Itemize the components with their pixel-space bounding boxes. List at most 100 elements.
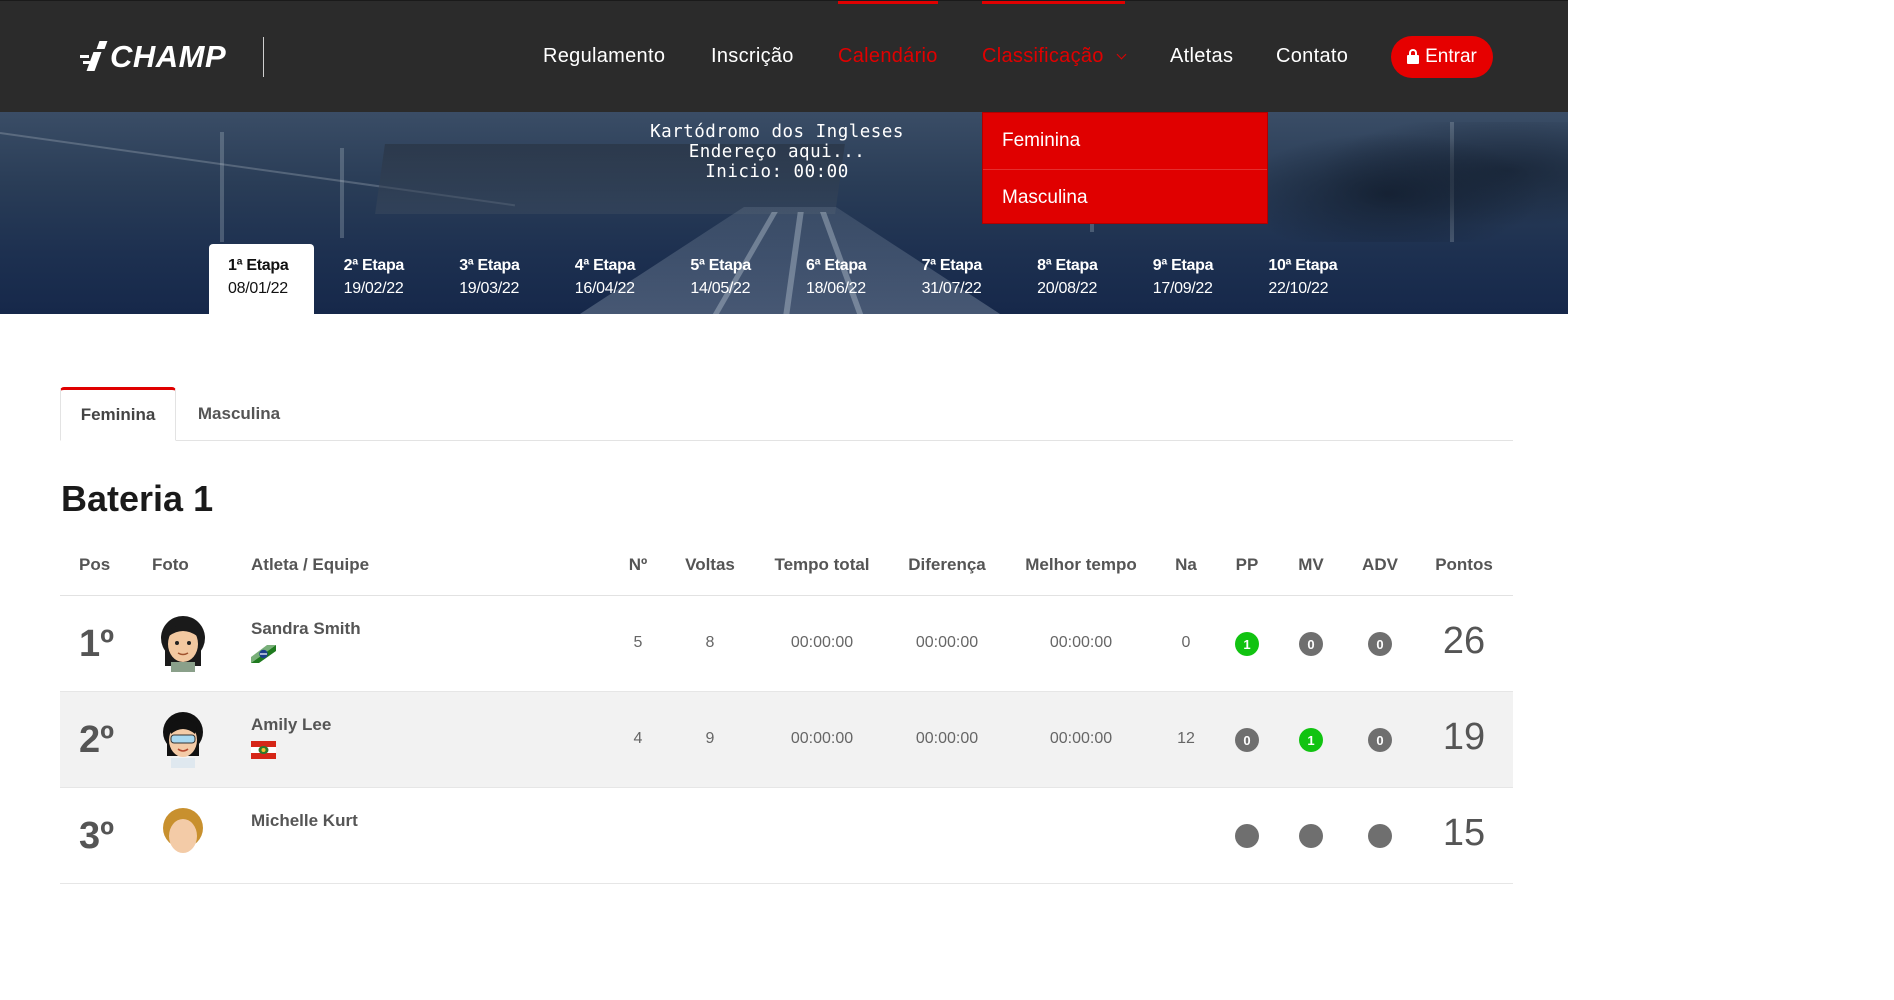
mv-badge: 1 [1299, 728, 1323, 752]
nav-contato[interactable]: Contato [1276, 45, 1348, 68]
th-best-time[interactable]: Melhor tempo [1025, 555, 1136, 575]
best-time: 00:00:00 [1049, 730, 1113, 747]
stage-date: 22/10/22 [1268, 280, 1329, 297]
category-tabs: Feminina Masculina [60, 387, 1513, 441]
stage-tab-10[interactable]: 10ª Etapa 22/10/22 [1249, 244, 1365, 314]
nav-active-indicator [838, 1, 938, 4]
dropdown-item-masculina[interactable]: Masculina [983, 169, 1267, 225]
th-adv[interactable]: ADV [1362, 555, 1398, 575]
stage-tab-5[interactable]: 5ª Etapa 14/05/22 [671, 244, 787, 314]
th-points[interactable]: Pontos [1435, 555, 1493, 575]
classificacao-dropdown: Feminina Masculina [982, 112, 1268, 224]
stage-date: 19/02/22 [343, 280, 404, 297]
venue-info: Kartódromo dos Ingleses Endereço aqui...… [577, 122, 977, 182]
stage-name: 4ª Etapa [574, 257, 636, 274]
athlete-name[interactable]: Amily Lee [251, 715, 331, 735]
na-value: 12 [1177, 730, 1195, 747]
stage-tab-6[interactable]: 6ª Etapa 18/06/22 [787, 244, 903, 314]
stage-name: 7ª Etapa [921, 257, 983, 274]
th-mv[interactable]: MV [1298, 555, 1324, 575]
kart-number: 5 [633, 634, 643, 651]
th-laps[interactable]: Voltas [685, 555, 735, 575]
tab-feminina[interactable]: Feminina [60, 387, 176, 441]
hero-palms [1268, 122, 1568, 242]
venue-address: Endereço aqui... [688, 142, 866, 162]
stage-date: 19/03/22 [459, 280, 520, 297]
stage-tab-3[interactable]: 3ª Etapa 19/03/22 [440, 244, 556, 314]
hero-pole [340, 148, 344, 238]
athlete-avatar[interactable] [157, 806, 209, 864]
adv-badge [1368, 824, 1392, 848]
nav-regulamento[interactable]: Regulamento [543, 45, 665, 68]
nav-inscricao[interactable]: Inscrição [711, 45, 794, 68]
nav-calendario-label: Calendário [838, 45, 938, 67]
points: 26 [1442, 620, 1486, 662]
pp-badge: 0 [1235, 728, 1259, 752]
stage-name: 1ª Etapa [228, 257, 289, 274]
athlete-name[interactable]: Sandra Smith [251, 619, 361, 639]
th-gap[interactable]: Diferença [908, 555, 985, 575]
stage-tab-1[interactable]: 1ª Etapa 08/01/22 [209, 244, 314, 314]
kart-number: 4 [633, 730, 643, 747]
pp-badge: 1 [1235, 632, 1259, 656]
login-button[interactable]: Entrar [1391, 36, 1493, 78]
nav-classificacao[interactable]: Classificação [982, 1, 1127, 68]
login-label: Entrar [1425, 46, 1477, 67]
athlete-avatar[interactable] [157, 710, 209, 768]
stage-date: 31/07/22 [921, 280, 982, 297]
position: 1º [79, 623, 115, 665]
stage-date: 08/01/22 [228, 280, 288, 297]
stage-name: 10ª Etapa [1268, 257, 1338, 274]
stage-tab-2[interactable]: 2ª Etapa 19/02/22 [325, 244, 441, 314]
heat-title: Bateria 1 [61, 478, 214, 519]
nav-atletas[interactable]: Atletas [1170, 45, 1233, 68]
stage-name: 9ª Etapa [1152, 257, 1214, 274]
stage-tab-9[interactable]: 9ª Etapa 17/09/22 [1134, 244, 1250, 314]
stage-date: 20/08/22 [1037, 280, 1098, 297]
adv-badge: 0 [1368, 728, 1392, 752]
dropdown-item-feminina[interactable]: Feminina [983, 113, 1267, 169]
venue-start-time: Inicio: 00:00 [705, 162, 849, 182]
stage-date: 16/04/22 [574, 280, 635, 297]
mv-badge [1299, 824, 1323, 848]
th-athlete[interactable]: Atleta / Equipe [251, 555, 369, 575]
hero-pole [220, 132, 224, 242]
gap: 00:00:00 [915, 634, 979, 651]
pp-badge [1235, 824, 1259, 848]
laps: 8 [705, 634, 715, 651]
th-photo: Foto [152, 555, 189, 574]
points: 19 [1442, 716, 1486, 758]
th-total-time[interactable]: Tempo total [774, 555, 869, 575]
mv-badge: 0 [1299, 632, 1323, 656]
points: 15 [1442, 812, 1486, 854]
table-header: Pos Foto Atleta / Equipe Nº Voltas Tempo… [60, 540, 1513, 596]
stage-tab-8[interactable]: 8ª Etapa 20/08/22 [1018, 244, 1134, 314]
athlete-avatar[interactable] [157, 614, 209, 672]
stage-tab-7[interactable]: 7ª Etapa 31/07/22 [903, 244, 1019, 314]
stage-date: 14/05/22 [690, 280, 751, 297]
na-value: 0 [1181, 634, 1191, 651]
table-row: 2º Amily Lee 4 9 00:00:00 00:00:00 00:00… [60, 692, 1513, 788]
total-time: 00:00:00 [790, 634, 854, 651]
stage-name: 5ª Etapa [690, 257, 751, 274]
main-nav: Regulamento Inscrição Calendário Classif… [0, 1, 1568, 113]
athlete-name[interactable]: Michelle Kurt [251, 811, 358, 831]
stage-tabs: 1ª Etapa 08/01/22 2ª Etapa 19/02/22 3ª E… [209, 244, 1365, 314]
tab-masculina[interactable]: Masculina [182, 387, 296, 441]
stage-tab-4[interactable]: 4ª Etapa 16/04/22 [556, 244, 672, 314]
nav-calendario[interactable]: Calendário [838, 1, 938, 68]
stage-name: 8ª Etapa [1037, 257, 1098, 274]
stage-date: 17/09/22 [1152, 280, 1213, 297]
th-number[interactable]: Nº [629, 555, 648, 575]
th-pp[interactable]: PP [1236, 555, 1259, 575]
th-na[interactable]: Na [1175, 555, 1197, 575]
th-pos[interactable]: Pos [79, 555, 110, 575]
venue-name: Kartódromo dos Ingleses [650, 122, 904, 142]
top-navbar: CHAMP Regulamento Inscrição Calendário C… [0, 0, 1568, 112]
team-flag-icon [251, 645, 276, 663]
total-time: 00:00:00 [790, 730, 854, 747]
best-time: 00:00:00 [1049, 634, 1113, 651]
nav-active-indicator [982, 1, 1125, 4]
chevron-down-icon [1116, 49, 1127, 60]
position: 3º [79, 815, 115, 857]
